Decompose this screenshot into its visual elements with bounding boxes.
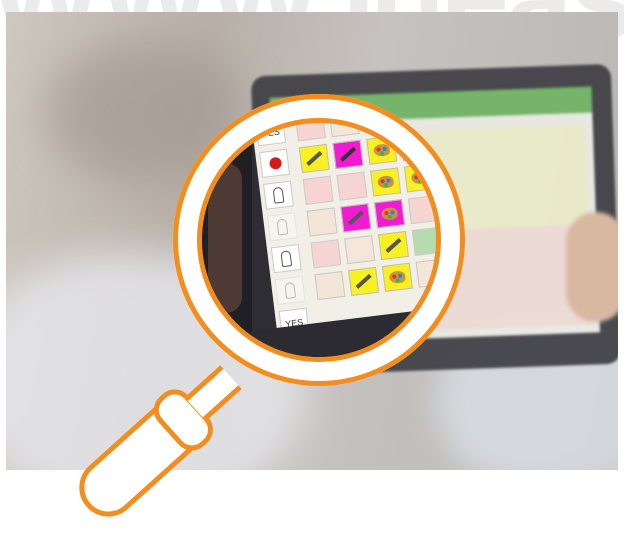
- paint-palette-icon: [403, 163, 435, 193]
- symbol-cell: [336, 171, 368, 201]
- symbol-cell: [411, 226, 436, 256]
- paintbrush-icon: [332, 139, 364, 169]
- symbol-cell: [344, 235, 376, 265]
- person-symbol-icon: [270, 244, 302, 274]
- paintbrush-icon: [348, 266, 380, 297]
- paint-palette-icon: [370, 167, 402, 197]
- arm: [208, 163, 242, 313]
- hand-holding-tablet: [566, 212, 618, 322]
- paint-palette-icon: [366, 135, 398, 165]
- paint-palette-icon: [381, 262, 413, 292]
- paintbrush-icon: [298, 143, 330, 174]
- faded-symbol: [274, 275, 306, 306]
- magnifying-glass-icon: YES YES: [173, 94, 465, 386]
- magnified-view: YES YES: [197, 118, 441, 362]
- symbol-cell: [306, 207, 338, 237]
- symbol-cell: [294, 123, 326, 142]
- paintbrush-icon: [377, 230, 409, 261]
- paint-palette-icon: [400, 131, 431, 161]
- person-symbol-icon: [262, 180, 294, 210]
- paintbrush-icon: [340, 203, 372, 233]
- symbol-cell: [314, 270, 346, 301]
- faded-symbol: [266, 212, 298, 242]
- stop-sign-icon: [259, 148, 291, 179]
- symbol-cell: [407, 195, 436, 225]
- magnified-tablet: YES YES: [202, 123, 436, 357]
- paint-palette-icon: [374, 199, 406, 229]
- yes-symbol: YES: [255, 123, 287, 147]
- symbol-cell: [310, 239, 342, 269]
- magnified-screen: YES YES: [250, 123, 436, 340]
- symbol-cell: [302, 175, 334, 205]
